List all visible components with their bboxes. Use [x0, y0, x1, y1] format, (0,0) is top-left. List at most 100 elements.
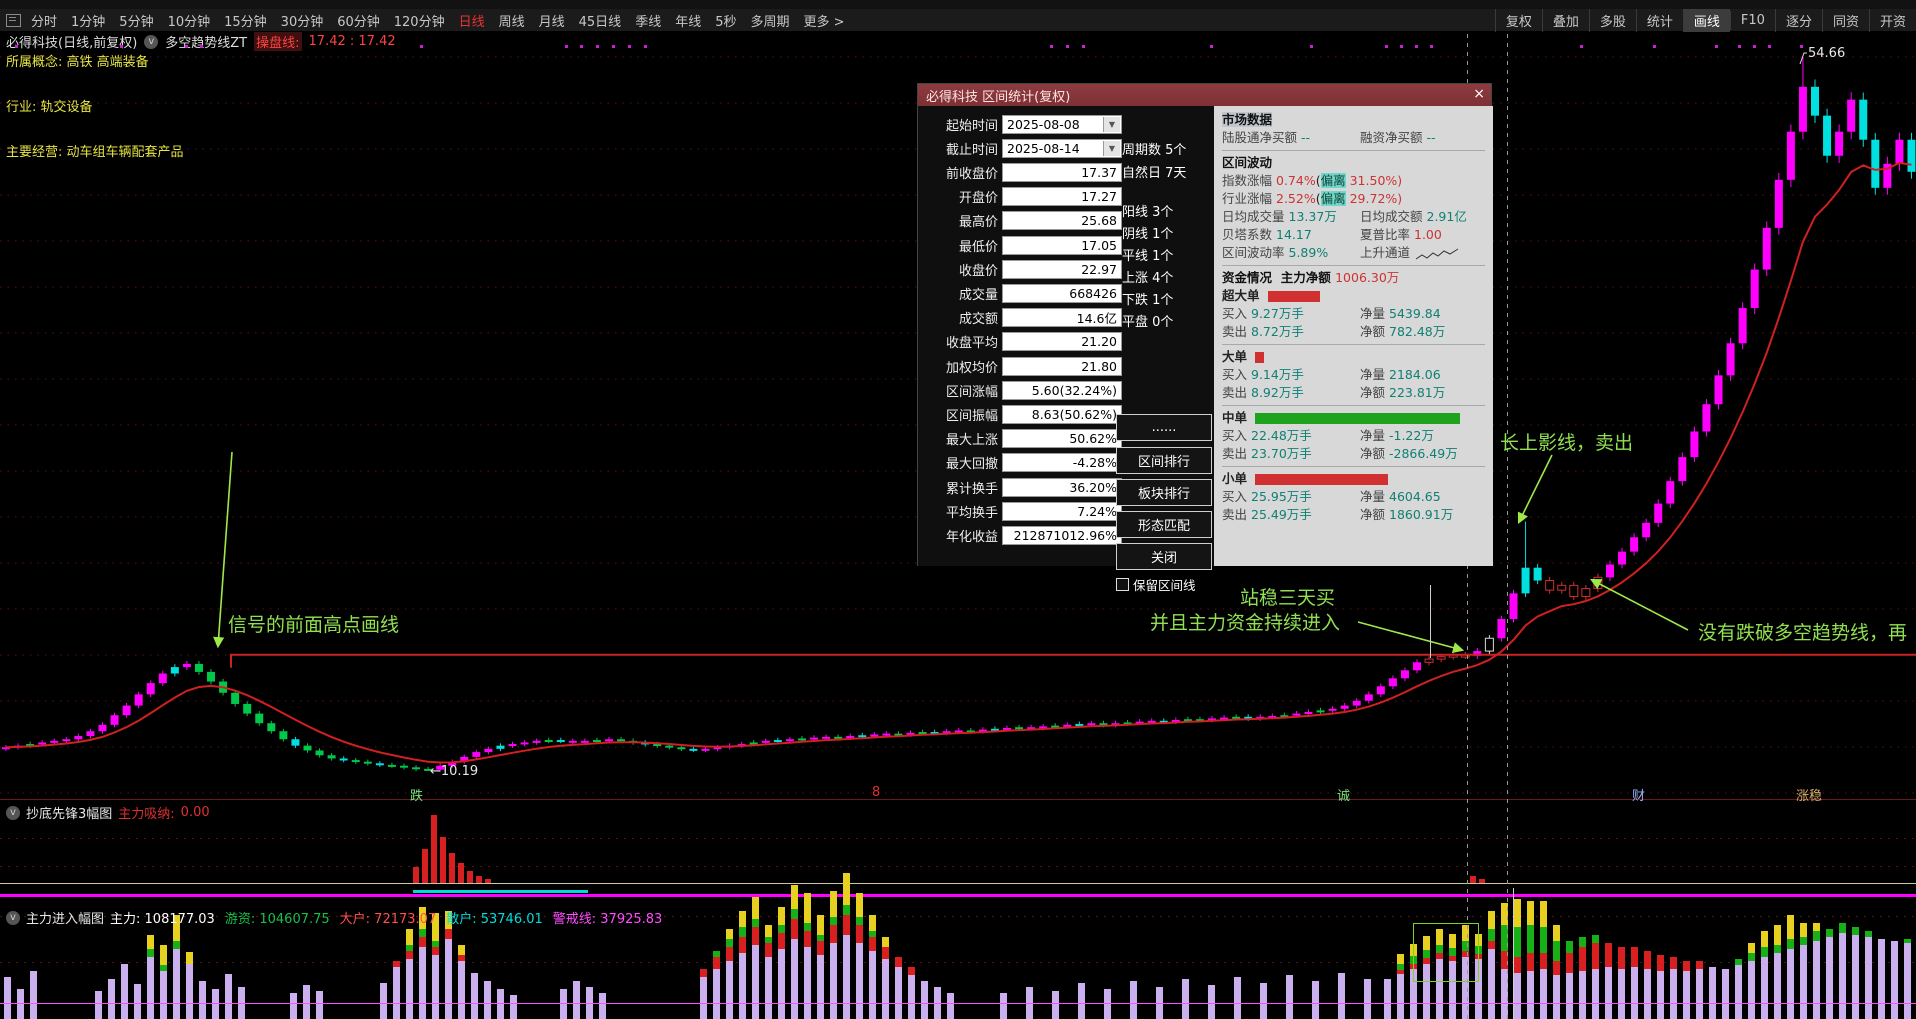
dialog-button[interactable]: 板块排行 — [1116, 479, 1212, 506]
fund-bar-segment — [393, 967, 400, 1019]
fund-bar-segment — [1052, 991, 1059, 1019]
fund-bar-segment — [869, 951, 876, 1019]
fund-bar-segment — [147, 935, 154, 949]
fund-bar-segment — [1553, 925, 1560, 941]
fund-bar-segment — [471, 973, 478, 1019]
fund-bar-segment — [1397, 970, 1404, 974]
fund-bar-segment — [765, 937, 772, 943]
date-input[interactable]: 2025-08-14▼ — [1002, 139, 1122, 158]
fund-bar-segment — [1579, 937, 1586, 947]
fund-bar-segment — [778, 949, 785, 1019]
fund-bar-segment — [1696, 961, 1703, 969]
fund-bar-segment — [791, 939, 798, 1019]
signal-marker: 涨稳 — [1796, 785, 1822, 804]
fund-bar-segment — [726, 961, 733, 1019]
fund-bar-segment — [830, 925, 837, 943]
fund-bar-segment — [1826, 937, 1833, 1019]
volume-bar — [467, 871, 473, 883]
value-field: 5.60(32.24%) — [1002, 381, 1122, 400]
fund-bar-segment — [1364, 979, 1371, 1019]
fund-bar-segment — [458, 961, 465, 1019]
fund-flow-bar — [1255, 474, 1388, 485]
fund-bar-segment — [186, 952, 193, 964]
dialog-form: 起始时间2025-08-08▼截止时间2025-08-14▼前收盘价17.37开… — [918, 106, 1214, 566]
fund-bar-segment — [1000, 993, 1007, 1019]
value-field: 17.27 — [1002, 187, 1122, 206]
keep-range-checkbox[interactable]: 保留区间线 — [1116, 575, 1196, 594]
fund-group-header: 大单 — [1222, 348, 1485, 366]
annotation-sell: 长上影线，卖出 — [1500, 428, 1633, 455]
annotation-high-point: 信号的前面高点画线 — [228, 610, 399, 637]
fund-bar-segment — [869, 937, 876, 951]
dialog-button[interactable]: ...... — [1116, 414, 1212, 441]
volume-bar — [1479, 879, 1485, 883]
stat-row: 日均成交量 13.37万日均成交额 2.91亿 — [1222, 208, 1485, 226]
fund-bar-segment — [713, 969, 720, 1019]
form-row: 区间涨幅5.60(32.24%) — [922, 378, 1122, 402]
panel3-metric: 大户: 72173.07 — [340, 912, 437, 927]
fund-bar-segment — [1527, 953, 1534, 971]
fund-bar-segment — [817, 915, 824, 935]
dropdown-arrow-icon[interactable]: ▼ — [1103, 117, 1120, 132]
fund-bar-segment — [1514, 957, 1521, 973]
panel2-name[interactable]: 抄底先锋3幅图 — [26, 803, 112, 822]
stat-line: 周期数 5个 — [1122, 139, 1186, 158]
dropdown-arrow-icon[interactable]: ▼ — [1103, 141, 1120, 156]
fund-bar-segment — [316, 991, 323, 1019]
fund-bar-segment — [1488, 949, 1495, 1019]
fund-bar-segment — [1800, 937, 1807, 945]
fund-bar-segment — [458, 955, 465, 961]
form-row: 最大回撤-4.28% — [922, 451, 1122, 475]
panel2-metric-label: 主力吸纳: — [118, 803, 174, 822]
checkbox-icon[interactable] — [1116, 578, 1129, 591]
fund-bar-segment — [739, 953, 746, 1019]
fund-bar-segment — [1527, 971, 1534, 1019]
fund-bar-segment — [1722, 969, 1729, 1019]
field-label: 成交量 — [922, 284, 998, 303]
value-field: 8.63(50.62%) — [1002, 405, 1122, 424]
dialog-button[interactable]: 区间排行 — [1116, 447, 1212, 474]
fund-bar-segment — [1104, 989, 1111, 1019]
fund-bar-segment — [1878, 939, 1885, 1019]
form-row: 最高价25.68 — [922, 209, 1122, 233]
fund-row: 卖出 25.49万手净额 1860.91万 — [1222, 506, 1485, 524]
panel2-metric-value: 0.00 — [181, 805, 210, 820]
panel3-name[interactable]: 主力进入幅图 — [26, 908, 104, 927]
fund-bar-segment — [212, 989, 219, 1019]
fund-bar-segment — [752, 945, 759, 1019]
fund-bar-segment — [947, 993, 954, 1019]
value-field: 17.37 — [1002, 163, 1122, 182]
fund-bar-segment — [1605, 967, 1612, 1019]
form-row: 平均换手7.24% — [922, 499, 1122, 523]
fund-bar-segment — [134, 984, 141, 1019]
fund-bar-segment — [791, 909, 798, 919]
stat-line: 上涨 4个 — [1122, 267, 1173, 286]
uptrend-squiggle-icon — [1414, 247, 1460, 261]
range-volatility-title: 区间波动 — [1222, 154, 1485, 172]
close-icon[interactable]: × — [1473, 86, 1485, 102]
fund-bar-segment — [739, 927, 746, 937]
value-field: 36.20% — [1002, 478, 1122, 497]
dialog-button[interactable]: 形态匹配 — [1116, 511, 1212, 538]
fund-bar-segment — [1208, 985, 1215, 1019]
fund-bar-segment — [1527, 925, 1534, 953]
close-button[interactable]: 关闭 — [1116, 543, 1212, 570]
field-label: 最高价 — [922, 211, 998, 230]
collapse-icon[interactable]: v — [6, 911, 20, 925]
crosshair-vertical-upper — [1430, 585, 1431, 658]
fund-bar-segment — [147, 957, 154, 1019]
fund-bar-segment — [895, 967, 902, 1019]
panel2-gridline — [0, 866, 1916, 867]
fund-bar-segment — [445, 939, 452, 1019]
form-row: 成交额14.6亿 — [922, 306, 1122, 330]
fund-bar-segment — [1644, 951, 1651, 969]
field-label: 区间振幅 — [922, 405, 998, 424]
date-input[interactable]: 2025-08-08▼ — [1002, 115, 1122, 134]
collapse-icon[interactable]: v — [6, 806, 20, 820]
dialog-titlebar[interactable]: 必得科技 区间统计(复权) × — [918, 84, 1491, 106]
fund-bar-segment — [1566, 953, 1573, 973]
signal-marker: 财 — [1632, 785, 1645, 804]
deviation-row: 指数涨幅 0.74%(偏离 31.50%) — [1222, 172, 1485, 190]
fund-bar-segment — [1657, 955, 1664, 971]
fund-title-row: 资金情况 主力净额 1006.30万 — [1222, 269, 1485, 287]
